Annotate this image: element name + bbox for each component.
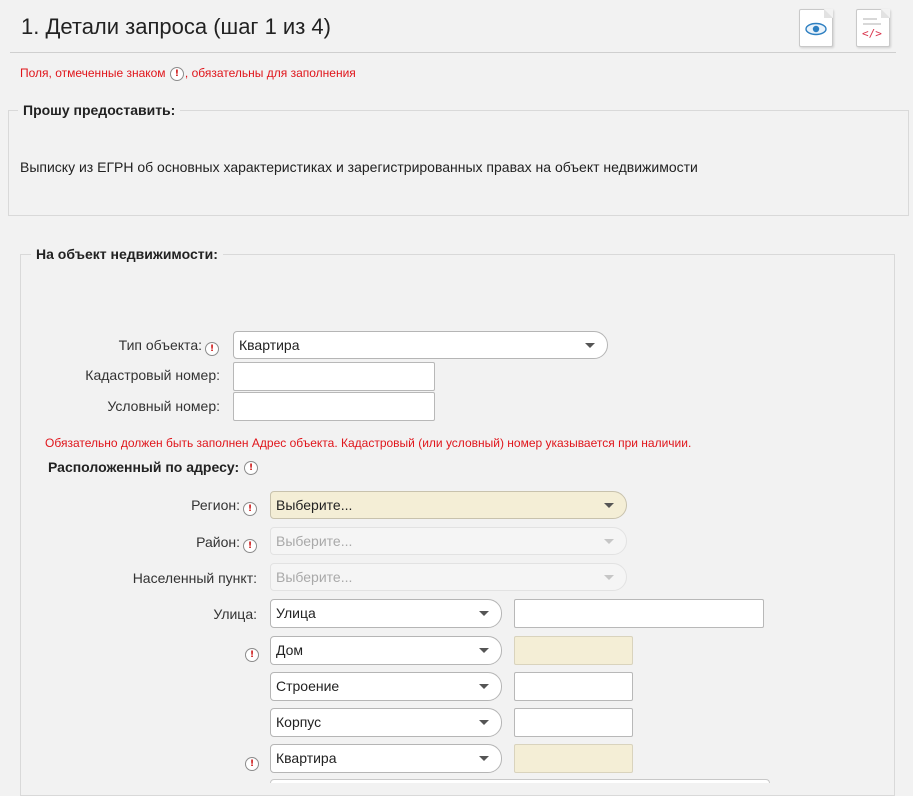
required-icon: ! xyxy=(205,342,219,356)
address-warning: Обязательно должен быть заполнен Адрес о… xyxy=(45,436,692,450)
required-icon: ! xyxy=(245,757,259,771)
street-label: Улица: xyxy=(213,606,257,622)
chevron-down-icon xyxy=(585,343,595,348)
region-select[interactable]: Выберите... xyxy=(270,491,627,519)
block-type-select[interactable]: Корпус xyxy=(270,708,502,737)
request-legend: Прошу предоставить: xyxy=(18,102,181,118)
object-legend: На объект недвижимости: xyxy=(31,246,223,262)
page-title: 1. Детали запроса (шаг 1 из 4) xyxy=(21,14,331,39)
house-input[interactable] xyxy=(514,636,633,665)
code-icon[interactable]: </> xyxy=(856,9,890,47)
apartment-type-select[interactable]: Квартира xyxy=(270,744,502,773)
cadastral-label: Кадастровый номер: xyxy=(85,367,220,383)
object-type-label: Тип объекта: xyxy=(118,337,202,353)
region-value: Выберите... xyxy=(276,497,353,513)
conditional-number-input[interactable] xyxy=(233,392,435,421)
required-icon: ! xyxy=(169,66,184,81)
address-title: Расположенный по адресу: ! xyxy=(48,459,259,476)
chevron-down-icon xyxy=(479,756,489,761)
street-type-value: Улица xyxy=(276,605,316,621)
cadastral-number-input[interactable] xyxy=(233,362,435,391)
address-title-text: Расположенный по адресу: xyxy=(48,459,240,475)
apartment-type-value: Квартира xyxy=(276,750,337,766)
request-description: Выписку из ЕГРН об основных характеристи… xyxy=(20,159,698,175)
chevron-down-icon xyxy=(479,720,489,725)
required-note-after: , обязательны для заполнения xyxy=(184,66,356,80)
required-note: Поля, отмеченные знаком !, обязательны д… xyxy=(20,66,356,81)
street-type-select[interactable]: Улица xyxy=(270,599,502,628)
block-input[interactable] xyxy=(514,708,633,737)
required-note-before: Поля, отмеченные знаком xyxy=(20,66,166,80)
district-label: Район: xyxy=(196,534,240,550)
apartment-input[interactable] xyxy=(514,744,633,773)
conditional-label: Условный номер: xyxy=(107,398,220,414)
locality-select[interactable]: Выберите... xyxy=(270,563,627,591)
object-type-select[interactable]: Квартира xyxy=(233,331,608,359)
locality-label: Населенный пункт: xyxy=(132,570,257,586)
required-icon: ! xyxy=(244,461,259,476)
region-label: Регион: xyxy=(191,497,240,513)
required-icon: ! xyxy=(243,539,257,553)
house-type-value: Дом xyxy=(276,642,304,658)
chevron-down-icon xyxy=(604,539,614,544)
building-input[interactable] xyxy=(514,672,633,701)
title-divider xyxy=(10,52,896,53)
chevron-down-icon xyxy=(604,503,614,508)
required-icon: ! xyxy=(245,648,259,662)
svg-text:</>: </> xyxy=(862,27,882,40)
locality-value: Выберите... xyxy=(276,569,353,585)
object-type-value: Квартира xyxy=(239,337,300,353)
street-input[interactable] xyxy=(514,599,764,628)
building-type-select[interactable]: Строение xyxy=(270,672,502,701)
chevron-down-icon xyxy=(604,575,614,580)
district-value: Выберите... xyxy=(276,533,353,549)
chevron-down-icon xyxy=(479,684,489,689)
house-type-select[interactable]: Дом xyxy=(270,636,502,665)
district-select[interactable]: Выберите... xyxy=(270,527,627,555)
next-field-partial xyxy=(270,779,770,783)
chevron-down-icon xyxy=(479,648,489,653)
block-type-value: Корпус xyxy=(276,714,322,730)
chevron-down-icon xyxy=(479,611,489,616)
required-icon: ! xyxy=(243,502,257,516)
building-type-value: Строение xyxy=(276,678,340,694)
preview-icon[interactable] xyxy=(799,9,833,47)
